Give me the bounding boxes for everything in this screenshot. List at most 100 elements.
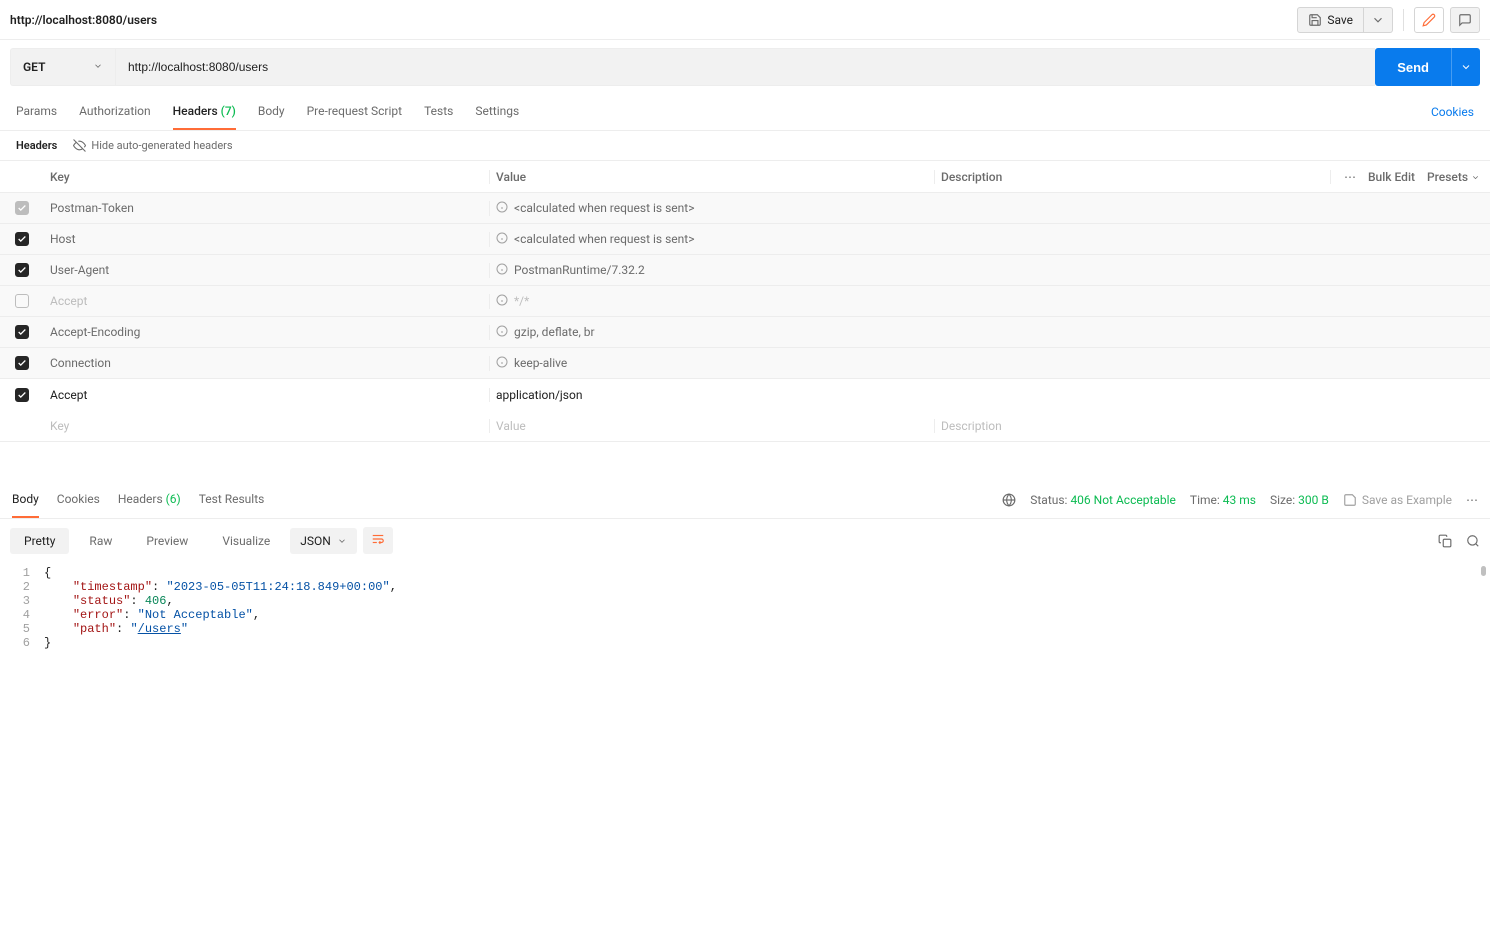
save-dropdown-button[interactable] (1364, 7, 1393, 33)
pencil-icon (1422, 13, 1436, 27)
response-tab-test-results[interactable]: Test Results (199, 482, 265, 518)
header-value-cell[interactable]: <calculated when request is sent> (489, 201, 934, 216)
header-key-cell[interactable]: Host (44, 232, 489, 246)
save-icon (1308, 13, 1322, 27)
scrollbar-thumb[interactable] (1481, 566, 1486, 576)
view-visualize[interactable]: Visualize (208, 528, 284, 554)
line-number: 6 (0, 636, 44, 650)
tab-authorization[interactable]: Authorization (79, 94, 151, 130)
info-icon (496, 294, 508, 309)
info-icon (496, 201, 508, 216)
save-button[interactable]: Save (1297, 7, 1364, 33)
table-row: Accept*/* (0, 286, 1490, 317)
header-value-cell[interactable]: PostmanRuntime/7.32.2 (489, 263, 934, 278)
body-language-select[interactable]: JSON (290, 528, 357, 554)
search-icon[interactable] (1466, 534, 1480, 548)
http-method-value: GET (23, 60, 45, 74)
save-as-example-button[interactable]: Save as Example (1343, 493, 1452, 507)
wrap-lines-button[interactable] (363, 527, 393, 554)
tab-tests[interactable]: Tests (424, 94, 453, 130)
view-preview[interactable]: Preview (132, 528, 202, 554)
header-key-cell[interactable]: Postman-Token (44, 201, 489, 215)
row-checkbox[interactable] (15, 388, 29, 402)
response-body[interactable]: 1{ 2 "timestamp": "2023-05-05T11:24:18.8… (0, 562, 1490, 654)
header-key-cell[interactable]: Connection (44, 356, 489, 370)
cookies-link[interactable]: Cookies (1431, 105, 1474, 119)
toggle-autogen-label: Hide auto-generated headers (91, 139, 232, 152)
col-header-desc: Description (934, 170, 1330, 184)
table-row: Connectionkeep-alive (0, 348, 1490, 379)
header-key-cell[interactable]: Accept (44, 294, 489, 308)
table-row: Postman-Token<calculated when request is… (0, 193, 1490, 224)
http-method-select[interactable]: GET (10, 48, 115, 86)
save-label: Save (1327, 13, 1353, 27)
header-value-cell[interactable]: */* (489, 294, 934, 309)
chevron-down-icon (337, 536, 347, 546)
headers-table: Key Value Description ⋯ Bulk Edit Preset… (0, 160, 1490, 442)
bulk-edit-link[interactable]: Bulk Edit (1368, 170, 1415, 184)
send-dropdown-button[interactable] (1451, 48, 1480, 86)
info-icon (496, 263, 508, 278)
globe-icon (1002, 493, 1016, 507)
tab-headers[interactable]: Headers (7) (173, 94, 236, 130)
line-number: 5 (0, 622, 44, 636)
response-tab-body[interactable]: Body (12, 482, 39, 518)
line-number: 4 (0, 608, 44, 622)
toggle-autogen-headers[interactable]: Hide auto-generated headers (73, 139, 232, 152)
tab-params[interactable]: Params (16, 94, 57, 130)
response-tab-headers[interactable]: Headers (6) (118, 482, 181, 518)
comment-icon (1458, 13, 1472, 27)
header-value-cell[interactable]: keep-alive (489, 356, 934, 371)
tab-headers-count: (7) (221, 104, 236, 118)
request-url-input[interactable] (115, 48, 1375, 86)
response-tab-headers-count: (6) (166, 492, 181, 506)
view-raw[interactable]: Raw (75, 528, 126, 554)
send-button[interactable]: Send (1375, 48, 1451, 86)
info-icon (496, 232, 508, 247)
tab-prerequest[interactable]: Pre-request Script (307, 94, 402, 130)
save-as-example-label: Save as Example (1362, 493, 1452, 507)
response-time: Time: 43 ms (1190, 493, 1256, 507)
header-key-cell[interactable]: User-Agent (44, 263, 489, 277)
info-icon (496, 356, 508, 371)
table-row: Acceptapplication/json (0, 379, 1490, 410)
copy-icon[interactable] (1438, 534, 1452, 548)
edit-button[interactable] (1414, 7, 1444, 33)
response-tab-headers-label: Headers (118, 492, 163, 506)
row-checkbox[interactable] (15, 325, 29, 339)
table-options-button[interactable]: ⋯ (1344, 170, 1356, 184)
response-more-button[interactable]: ⋯ (1466, 493, 1478, 507)
new-value-input[interactable]: Value (489, 419, 934, 433)
request-tab-title: http://localhost:8080/users (10, 13, 157, 27)
headers-section-label: Headers (16, 139, 57, 152)
separator (1403, 9, 1404, 31)
chevron-down-icon (1371, 13, 1385, 27)
new-key-input[interactable]: Key (44, 419, 489, 433)
new-desc-input[interactable]: Description (934, 419, 1490, 433)
response-tab-cookies[interactable]: Cookies (57, 482, 100, 518)
header-value-cell[interactable]: application/json (489, 388, 934, 402)
table-row: Accept-Encodinggzip, deflate, br (0, 317, 1490, 348)
header-key-cell[interactable]: Accept-Encoding (44, 325, 489, 339)
response-size: Size: 300 B (1270, 493, 1329, 507)
tab-body[interactable]: Body (258, 94, 285, 130)
info-icon (496, 325, 508, 340)
row-checkbox[interactable] (15, 232, 29, 246)
row-checkbox[interactable] (15, 294, 29, 308)
row-checkbox[interactable] (15, 201, 29, 215)
col-header-value: Value (489, 170, 934, 184)
eye-off-icon (73, 139, 86, 152)
header-value-cell[interactable]: gzip, deflate, br (489, 325, 934, 340)
row-checkbox[interactable] (15, 263, 29, 277)
line-number: 3 (0, 594, 44, 608)
tab-settings[interactable]: Settings (475, 94, 519, 130)
row-checkbox[interactable] (15, 356, 29, 370)
col-header-key: Key (44, 170, 489, 184)
response-status: Status: 406 Not Acceptable (1030, 493, 1176, 507)
table-row: User-AgentPostmanRuntime/7.32.2 (0, 255, 1490, 286)
view-pretty[interactable]: Pretty (10, 528, 69, 554)
presets-dropdown[interactable]: Presets (1427, 170, 1480, 184)
header-value-cell[interactable]: <calculated when request is sent> (489, 232, 934, 247)
header-key-cell[interactable]: Accept (44, 388, 489, 402)
comment-button[interactable] (1450, 7, 1480, 33)
